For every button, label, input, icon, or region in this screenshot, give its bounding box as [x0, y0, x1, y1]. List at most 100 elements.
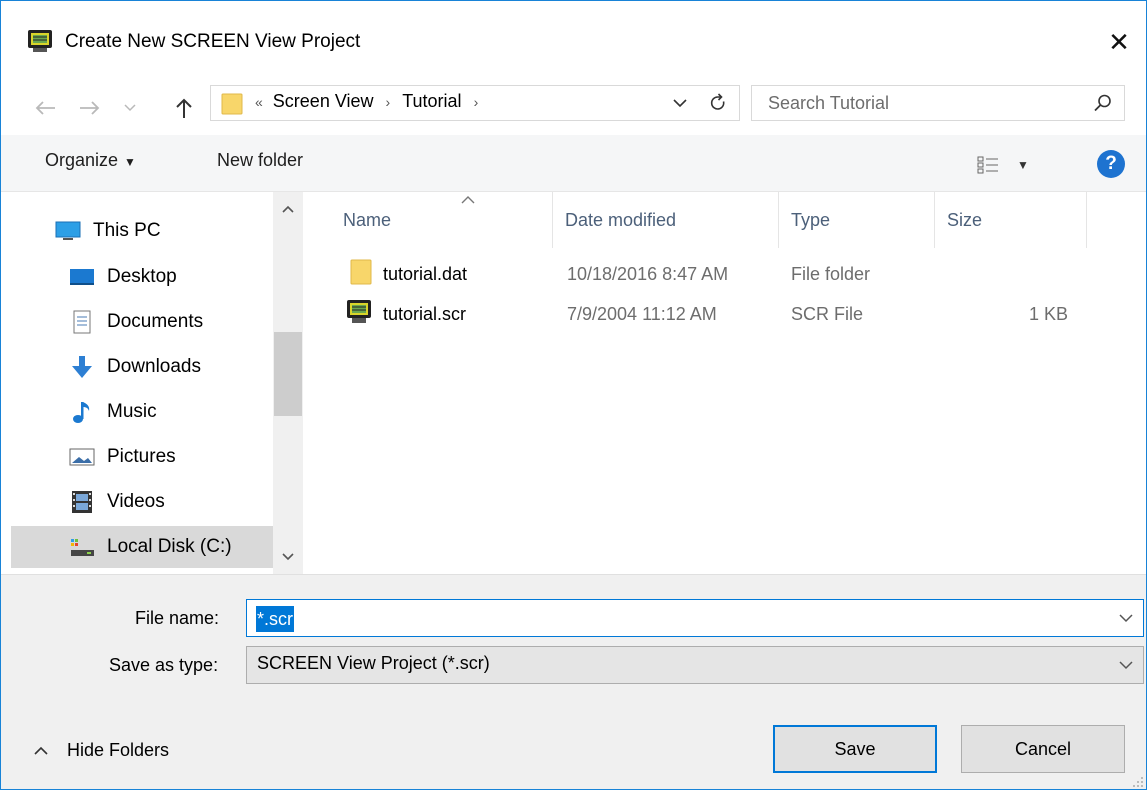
- navigation-scrollbar[interactable]: [273, 192, 303, 574]
- help-icon: ?: [1105, 153, 1117, 174]
- chevron-down-icon: [673, 98, 687, 107]
- column-header-size[interactable]: Size: [937, 192, 1087, 248]
- breadcrumb-separator-icon[interactable]: ›: [386, 94, 391, 110]
- hide-folders-button[interactable]: Hide Folders: [33, 740, 169, 761]
- title-bar: Create New SCREEN View Project ✕: [1, 1, 1146, 85]
- forward-button[interactable]: [75, 91, 105, 125]
- downloads-icon: [69, 355, 95, 379]
- caret-down-icon: ▼: [1017, 158, 1029, 172]
- sidebar-item-label: Music: [107, 401, 157, 422]
- cancel-button[interactable]: Cancel: [961, 725, 1125, 773]
- navigation-pane: This PC Desktop Documents Downloads Musi…: [1, 192, 301, 574]
- file-name-label: File name:: [135, 608, 220, 628]
- breadcrumb: « Screen View › Tutorial ›: [255, 91, 490, 112]
- new-folder-button[interactable]: New folder: [217, 150, 303, 171]
- sidebar-item-label: Documents: [107, 311, 204, 332]
- sidebar-item-downloads[interactable]: Downloads: [11, 346, 273, 388]
- save-button[interactable]: Save: [773, 725, 937, 773]
- sidebar-item-label: Local Disk (C:): [107, 536, 232, 557]
- organize-label: Organize: [45, 150, 119, 170]
- save-options-panel: File name: *.scr Save as type: SCREEN Vi…: [1, 574, 1146, 789]
- close-button[interactable]: ✕: [1092, 21, 1146, 63]
- breadcrumb-separator-icon[interactable]: ›: [474, 94, 479, 110]
- sidebar-item-label: Videos: [107, 491, 165, 512]
- address-bar[interactable]: « Screen View › Tutorial ›: [210, 85, 740, 121]
- search-box: [751, 85, 1125, 121]
- column-header-name[interactable]: Name: [333, 192, 553, 248]
- refresh-button[interactable]: [705, 90, 731, 116]
- search-icon[interactable]: [1092, 92, 1114, 114]
- sidebar-item-desktop[interactable]: Desktop: [11, 256, 273, 298]
- save-as-type-label: Save as type:: [109, 655, 219, 675]
- change-view-button[interactable]: ▼: [977, 153, 1049, 177]
- up-button[interactable]: [169, 91, 199, 125]
- window-title: Create New SCREEN View Project: [65, 31, 361, 52]
- videos-icon: [69, 490, 95, 514]
- resize-grip-icon[interactable]: [1130, 774, 1144, 788]
- sidebar-item-label: This PC: [93, 220, 161, 241]
- drive-icon: [69, 535, 95, 559]
- search-input[interactable]: [768, 90, 1078, 116]
- sidebar-item-label: Desktop: [107, 266, 177, 287]
- chevron-down-icon[interactable]: [1117, 609, 1135, 627]
- sidebar-item-label: Downloads: [107, 356, 201, 377]
- save-dialog: Create New SCREEN View Project ✕ « Scree…: [0, 0, 1147, 790]
- documents-icon: [69, 310, 95, 334]
- forward-arrow-icon: [80, 101, 100, 115]
- sidebar-item-this-pc[interactable]: This PC: [11, 210, 271, 252]
- help-button[interactable]: ?: [1097, 150, 1125, 178]
- file-row-tutorial-scr[interactable]: tutorial.scr 7/9/2004 11:12 AM SCR File …: [343, 298, 1103, 332]
- sidebar-item-documents[interactable]: Documents: [11, 301, 273, 343]
- sidebar-item-pictures[interactable]: Pictures: [11, 436, 273, 478]
- column-name-label: Name: [343, 209, 392, 230]
- up-arrow-icon: [176, 98, 192, 118]
- recent-locations-button[interactable]: [119, 91, 141, 125]
- scroll-down-icon[interactable]: [273, 546, 303, 568]
- scroll-up-icon[interactable]: [273, 198, 303, 220]
- music-icon: [69, 400, 95, 424]
- view-options-icon: [977, 156, 998, 174]
- file-list: Name Date modified Type Size tutorial.da…: [303, 192, 1146, 574]
- sidebar-item-label: Pictures: [107, 446, 176, 467]
- desktop-icon: [69, 265, 95, 289]
- hide-folders-label: Hide Folders: [67, 740, 170, 760]
- scroll-thumb[interactable]: [274, 332, 302, 416]
- folder-icon: [345, 258, 373, 286]
- sort-ascending-icon: [461, 192, 475, 208]
- screenview-app-icon: [27, 29, 53, 53]
- sidebar-item-music[interactable]: Music: [11, 391, 273, 433]
- chevron-down-icon: [124, 104, 136, 112]
- scr-file-icon: [345, 298, 373, 326]
- save-as-type-select[interactable]: SCREEN View Project (*.scr): [246, 646, 1144, 684]
- save-as-type-value: SCREEN View Project (*.scr): [257, 653, 490, 673]
- organize-button[interactable]: Organize ▼: [45, 150, 136, 171]
- back-arrow-icon: [35, 101, 55, 115]
- chevron-up-icon: [34, 746, 48, 755]
- breadcrumb-overflow[interactable]: «: [255, 94, 263, 110]
- close-icon: ✕: [1108, 26, 1130, 57]
- file-name: tutorial.scr: [383, 304, 467, 324]
- file-type: SCR File: [791, 304, 864, 324]
- command-bar: Organize ▼ New folder ▼ ?: [1, 135, 1146, 192]
- file-row-tutorial-dat[interactable]: tutorial.dat 10/18/2016 8:47 AM File fol…: [343, 258, 1103, 292]
- pictures-icon: [69, 445, 95, 469]
- file-date: 7/9/2004 11:12 AM: [567, 304, 717, 324]
- file-type: File folder: [791, 264, 871, 284]
- file-name-input[interactable]: *.scr: [256, 606, 294, 632]
- breadcrumb-tutorial[interactable]: Tutorial: [402, 91, 461, 112]
- back-button[interactable]: [31, 91, 59, 125]
- file-size: 1 KB: [1029, 304, 1069, 324]
- column-header-type[interactable]: Type: [781, 192, 935, 248]
- file-date: 10/18/2016 8:47 AM: [567, 264, 729, 284]
- sidebar-item-local-disk[interactable]: Local Disk (C:): [11, 526, 273, 568]
- folder-icon: [221, 92, 243, 116]
- sidebar-item-videos[interactable]: Videos: [11, 481, 273, 523]
- chevron-down-icon: [1117, 656, 1135, 674]
- address-dropdown-button[interactable]: [669, 94, 691, 112]
- monitor-icon: [55, 219, 81, 243]
- file-name-field[interactable]: *.scr: [246, 599, 1144, 637]
- breadcrumb-screen-view[interactable]: Screen View: [273, 91, 374, 112]
- file-name: tutorial.dat: [383, 264, 468, 284]
- column-header-date-modified[interactable]: Date modified: [555, 192, 779, 248]
- caret-down-icon: ▼: [124, 155, 136, 169]
